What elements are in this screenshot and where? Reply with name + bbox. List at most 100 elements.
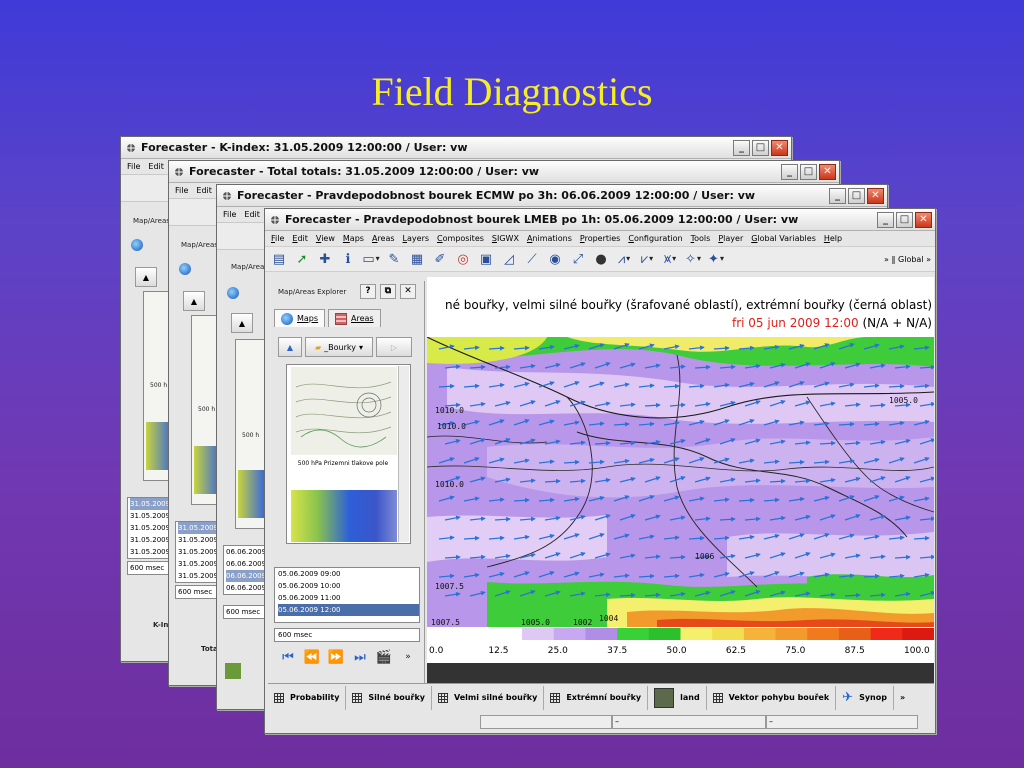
menu-areas[interactable]: Areas (372, 234, 395, 243)
menu-file[interactable]: File (223, 210, 236, 219)
map-thumbnail[interactable]: 500 h (235, 339, 265, 529)
time-list[interactable]: 31.05.2009 31.05.2009 31.05.2009 31.05.2… (127, 497, 169, 559)
info-icon[interactable]: ℹ (338, 249, 358, 269)
time-list-item[interactable]: 05.06.2009 11:00 (278, 592, 419, 604)
probability-map[interactable]: 1010.0 1010.0 1010.0 1005.0 1006 1007.5 … (427, 337, 934, 683)
close-button[interactable]: ✕ (819, 163, 836, 180)
map-layers-icon[interactable]: ▤ (269, 249, 289, 269)
edit-icon[interactable]: ✐ (430, 249, 450, 269)
meteogram-icon[interactable]: ⩙ (660, 249, 680, 269)
minimize-button[interactable]: _ (733, 139, 750, 156)
time-list-item[interactable]: 31.05.2009 (130, 534, 168, 546)
maximize-button[interactable]: □ (896, 211, 913, 228)
close-button[interactable]: ✕ (771, 139, 788, 156)
up-button[interactable]: ▲ (231, 313, 253, 333)
speed-input[interactable]: 600 msec (175, 585, 217, 599)
tab-maps[interactable]: Maps (274, 309, 326, 327)
thumbnail-scrollbar[interactable] (398, 366, 409, 542)
more-icon[interactable]: » (398, 647, 418, 667)
zoom-icon[interactable]: ✚ (315, 249, 335, 269)
pressure-map-thumbnail[interactable] (291, 367, 397, 455)
layer-tab-synop[interactable]: ✈ Synop (836, 685, 894, 710)
time-list-item[interactable]: 06.06.2009 (226, 546, 264, 558)
movie-icon[interactable]: 🎬 (374, 647, 394, 667)
folder-select[interactable]: ▰ _Bourky ▾ (305, 337, 373, 357)
frame-icon[interactable]: ▣ (476, 249, 496, 269)
help-button[interactable]: ? (360, 284, 376, 299)
menu-properties[interactable]: Properties (580, 234, 620, 243)
layer-tab-vektor-pohybu-bourek[interactable]: Vektor pohybu bouřek (707, 685, 837, 710)
maximize-button[interactable]: □ (800, 163, 817, 180)
time-list-item[interactable]: 31.05.2009 (178, 522, 216, 534)
time-list-item[interactable]: 31.05.2009 (178, 534, 216, 546)
minimize-button[interactable]: _ (829, 187, 846, 204)
first-frame-icon[interactable]: ⏮ (278, 647, 298, 667)
menu-global-variables[interactable]: Global Variables (751, 234, 816, 243)
menu-help[interactable]: Help (824, 234, 842, 243)
up-button[interactable]: ▲ (183, 291, 205, 311)
menu-edit[interactable]: Edit (244, 210, 260, 219)
graph-icon[interactable]: ⤢ (568, 249, 588, 269)
folder-up-button[interactable]: ▲ (278, 337, 302, 357)
window-title-bar[interactable]: Forecaster - Total totals: 31.05.2009 12… (169, 161, 839, 183)
menu-file[interactable]: File (271, 234, 284, 243)
menu-edit[interactable]: Edit (196, 186, 212, 195)
sounding-icon[interactable]: ⩘ (614, 249, 634, 269)
layer-tab-probability[interactable]: Probability (268, 685, 347, 710)
time-list-item[interactable]: 31.05.2009 (130, 546, 168, 558)
time-list-item[interactable]: 06.06.2009 (226, 558, 264, 570)
time-list-item[interactable]: 31.05.2009 (178, 570, 216, 582)
paint-icon[interactable]: ✦ (706, 249, 726, 269)
menu-configuration[interactable]: Configuration (628, 234, 682, 243)
menu-composites[interactable]: Composites (437, 234, 484, 243)
eye-icon[interactable]: ◉ (545, 249, 565, 269)
window-title-bar[interactable]: Forecaster - Pravdepodobnost bourek ECMW… (217, 185, 887, 207)
maps-tab[interactable] (227, 287, 239, 299)
bottom-tab-k-index[interactable]: K-In (153, 621, 168, 629)
speed-input[interactable]: 600 msec (223, 605, 265, 619)
time-list-item[interactable]: 05.06.2009 09:00 (278, 568, 419, 580)
time-list-item[interactable]: 31.05.2009 (130, 522, 168, 534)
maps-tab[interactable] (131, 239, 151, 253)
map-view[interactable]: né bouřky, velmi silné bouřky (šrafované… (427, 277, 934, 683)
layer-tab-velmi-silne-bourky[interactable]: Velmi silné bouřky (432, 685, 545, 710)
menu-animations[interactable]: Animations (527, 234, 572, 243)
menu-player[interactable]: Player (718, 234, 743, 243)
global-selector[interactable]: » ‖ Global » (884, 255, 935, 264)
satellite-thumbnail[interactable] (291, 490, 397, 542)
next-frame-icon[interactable]: ⏩ (326, 647, 346, 667)
calendar-icon[interactable]: ▦ (407, 249, 427, 269)
up-button[interactable]: ▲ (135, 267, 157, 287)
draw-line-icon[interactable]: ✎ (384, 249, 404, 269)
menu-file[interactable]: File (175, 186, 188, 195)
pointer-icon[interactable]: ➚ (292, 249, 312, 269)
menu-sigwx[interactable]: SIGWX (492, 234, 519, 243)
speed-input[interactable]: 600 msec (127, 561, 169, 575)
layer-tab-silne-bourky[interactable]: Silné bouřky (346, 685, 432, 710)
close-button[interactable]: ✕ (915, 211, 932, 228)
time-list-item[interactable]: 31.05.2009 (178, 546, 216, 558)
menu-file[interactable]: File (127, 162, 140, 171)
maximize-button[interactable]: □ (848, 187, 865, 204)
window-title-bar[interactable]: Forecaster - K-index: 31.05.2009 12:00:0… (121, 137, 791, 159)
time-list-item-selected[interactable]: 05.06.2009 12:00 (278, 604, 419, 616)
chart-icon[interactable]: ◿ (499, 249, 519, 269)
menu-maps[interactable]: Maps (343, 234, 364, 243)
more-tabs-button[interactable]: » (894, 686, 911, 710)
time-list[interactable]: 05.06.2009 09:00 05.06.2009 10:00 05.06.… (274, 567, 420, 623)
menu-edit[interactable]: Edit (148, 162, 164, 171)
menu-edit[interactable]: Edit (292, 234, 308, 243)
cross-section-icon[interactable]: ⩗ (637, 249, 657, 269)
legend-icon[interactable]: ▭ (361, 249, 381, 269)
window-title-bar[interactable]: Forecaster - Pravdepodobnost bourek LMEB… (265, 209, 935, 231)
target-icon[interactable]: ◎ (453, 249, 473, 269)
time-list-item[interactable]: 31.05.2009 (130, 498, 168, 510)
bomb-icon[interactable]: ● (591, 249, 611, 269)
menu-tools[interactable]: Tools (691, 234, 711, 243)
time-list-item[interactable]: 05.06.2009 10:00 (278, 580, 419, 592)
minimize-button[interactable]: _ (781, 163, 798, 180)
minimize-button[interactable]: _ (877, 211, 894, 228)
maximize-button[interactable]: □ (752, 139, 769, 156)
tab-areas[interactable]: Areas (328, 309, 381, 327)
time-list[interactable]: 31.05.2009 31.05.2009 31.05.2009 31.05.2… (175, 521, 217, 583)
